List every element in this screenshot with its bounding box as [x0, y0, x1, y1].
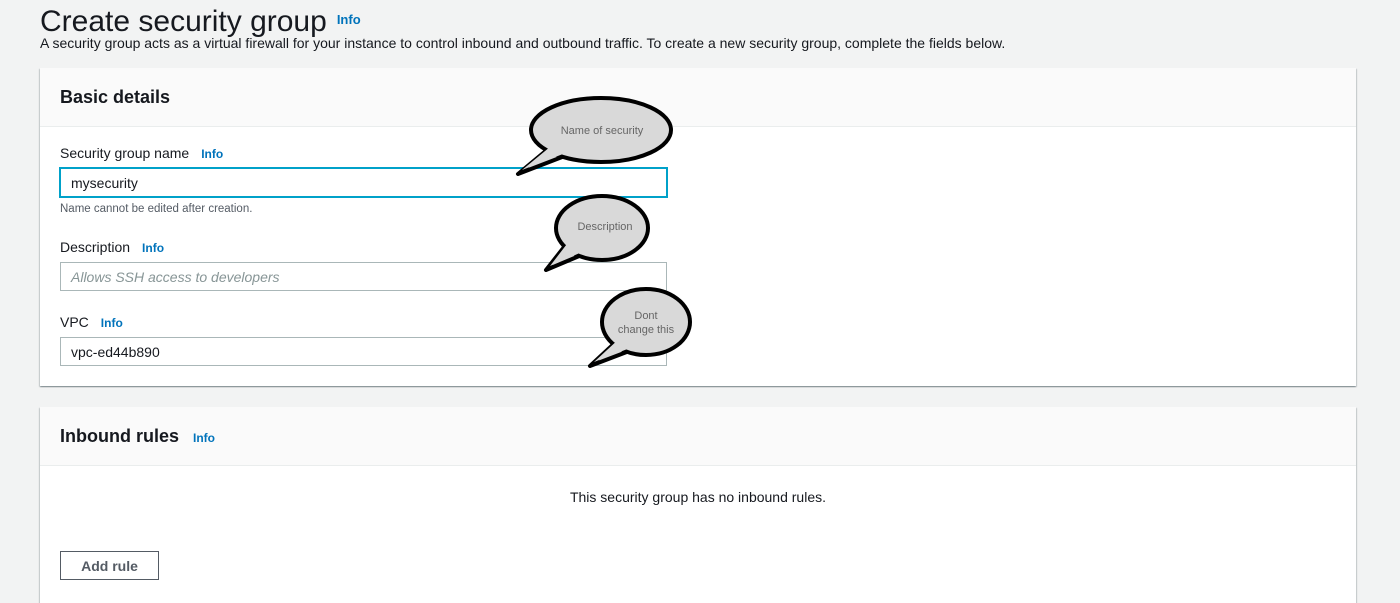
- vpc-callout-text: Dont change this: [596, 309, 696, 337]
- inbound-rules-panel: Inbound rules Info This security group h…: [40, 407, 1356, 603]
- no-inbound-rules-message: This security group has no inbound rules…: [569, 489, 827, 505]
- vpc-input[interactable]: vpc-ed44b890: [60, 337, 667, 366]
- description-label-text: Description: [60, 239, 131, 255]
- inbound-rules-info-link[interactable]: Info: [193, 431, 215, 445]
- security-group-name-label: Security group name Info: [60, 145, 223, 161]
- vpc-label-text: VPC: [60, 314, 89, 330]
- inbound-rules-heading: Inbound rules: [60, 425, 179, 446]
- description-callout: Description: [540, 192, 654, 274]
- vpc-label: VPC Info: [60, 314, 123, 330]
- page-info-link[interactable]: Info: [337, 12, 361, 27]
- description-placeholder: Allows SSH access to developers: [71, 268, 280, 285]
- vpc-callout: Dont change this: [586, 286, 696, 370]
- security-group-name-info-link[interactable]: Info: [201, 147, 223, 161]
- vpc-value: vpc-ed44b890: [71, 343, 160, 360]
- name-callout-text: Name of security: [560, 125, 644, 137]
- page-description: A security group acts as a virtual firew…: [40, 35, 1006, 51]
- basic-details-header: Basic details: [40, 68, 1356, 127]
- inbound-rules-header: Inbound rules Info: [40, 407, 1356, 466]
- basic-details-panel: Basic details Security group name Info my…: [40, 68, 1356, 386]
- security-group-name-value: mysecurity: [71, 174, 138, 191]
- description-label: Description Info: [60, 239, 164, 255]
- description-callout-text: Description: [577, 221, 633, 233]
- basic-details-heading: Basic details: [60, 86, 171, 107]
- vpc-callout-line2: change this: [617, 324, 675, 336]
- security-group-name-label-text: Security group name: [60, 145, 190, 161]
- description-info-link[interactable]: Info: [142, 241, 164, 255]
- name-hint: Name cannot be edited after creation.: [60, 203, 253, 215]
- add-rule-button[interactable]: Add rule: [60, 551, 159, 580]
- vpc-callout-line1: Dont: [634, 310, 658, 322]
- name-callout: Name of security: [512, 92, 678, 178]
- vpc-info-link[interactable]: Info: [101, 316, 123, 330]
- page-title-text: Create security group: [40, 5, 327, 39]
